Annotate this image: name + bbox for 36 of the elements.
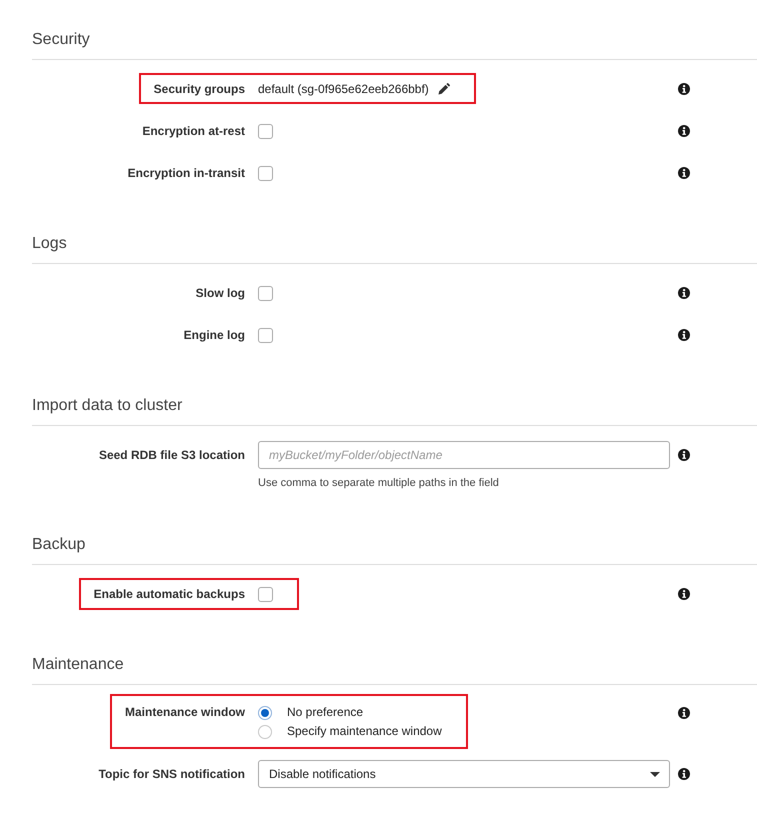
- field-label: Encryption at-rest: [142, 124, 245, 138]
- field-label: Topic for SNS notification: [98, 767, 245, 781]
- field-label: Maintenance window: [124, 704, 245, 721]
- section-title: Logs: [32, 234, 67, 254]
- field-label: Encryption in-transit: [128, 166, 245, 180]
- checkbox[interactable]: [258, 328, 273, 342]
- section-title: Maintenance: [32, 655, 124, 675]
- info-icon[interactable]: [678, 707, 690, 719]
- section-title: Import data to cluster: [32, 396, 182, 416]
- info-icon[interactable]: [678, 125, 690, 137]
- field-label: Security groups: [154, 82, 245, 96]
- info-icon[interactable]: [678, 287, 690, 299]
- info-icon[interactable]: [678, 167, 690, 179]
- field-label: Slow log: [196, 286, 245, 300]
- caret-icon: [650, 772, 660, 776]
- info-icon[interactable]: [678, 588, 690, 600]
- radio-option[interactable]: No preference: [258, 703, 442, 722]
- pencil-icon[interactable]: [438, 83, 450, 95]
- value-text: default (sg-0f965e62eeb266bbf): [258, 82, 429, 96]
- section-title: Security: [32, 30, 90, 50]
- checkbox[interactable]: [258, 166, 273, 180]
- info-icon[interactable]: [678, 449, 690, 461]
- checkbox[interactable]: [258, 586, 273, 602]
- info-icon[interactable]: [678, 329, 690, 341]
- info-icon[interactable]: [678, 83, 690, 95]
- hint-text: Use comma to separate multiple paths in the field: [258, 476, 499, 490]
- section-title: Backup: [32, 535, 86, 555]
- field-label: Engine log: [184, 328, 245, 342]
- field-label: Enable automatic backups: [94, 587, 245, 601]
- field-label: Seed RDB file S3 location: [98, 448, 245, 462]
- radio-option[interactable]: Specify maintenance window: [258, 722, 442, 741]
- checkbox[interactable]: [258, 124, 273, 138]
- dropdown[interactable]: Disable notifications: [258, 760, 670, 788]
- info-icon[interactable]: [678, 768, 690, 780]
- checkbox[interactable]: [258, 286, 273, 300]
- input-field[interactable]: myBucket/myFolder/objectName: [258, 441, 670, 469]
